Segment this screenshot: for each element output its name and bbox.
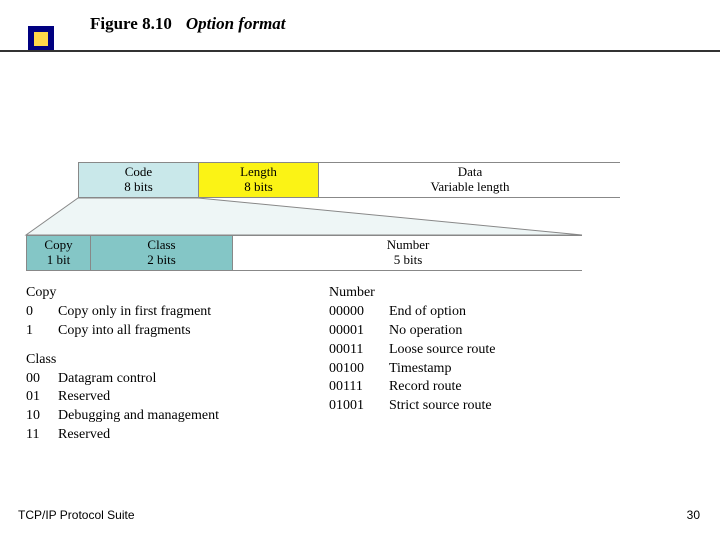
legend-class-title: Class xyxy=(26,351,219,370)
field-data-bits: Variable length xyxy=(430,180,509,195)
legend-key: 00001 xyxy=(329,322,379,341)
legend-val: Debugging and management xyxy=(58,407,219,426)
subfield-number: Number 5 bits xyxy=(233,236,583,270)
legend-copy-title: Copy xyxy=(26,284,219,303)
legend-key: 00000 xyxy=(329,303,379,322)
legend-val: Strict source route xyxy=(389,397,492,416)
expansion-lines xyxy=(26,198,634,236)
field-length-name: Length xyxy=(240,165,277,180)
field-length: Length 8 bits xyxy=(199,163,319,197)
legend-val: Record route xyxy=(389,378,462,397)
legend-val: Datagram control xyxy=(58,370,156,389)
legend-val: Reserved xyxy=(58,426,110,445)
legend-number-group: Number 00000 End of option 00001 No oper… xyxy=(329,284,496,416)
legend-key: 01001 xyxy=(329,397,379,416)
legend-row: 00011 Loose source route xyxy=(329,341,496,360)
legend-key: 0 xyxy=(26,303,48,322)
option-fields-row: Code 8 bits Length 8 bits Data Variable … xyxy=(78,162,620,198)
subfield-copy-name: Copy xyxy=(44,238,72,253)
subfield-copy: Copy 1 bit xyxy=(27,236,91,270)
legend-val: Reserved xyxy=(58,388,110,407)
legend-number-title: Number xyxy=(329,284,496,303)
legend-class-group: Class 00 Datagram control 01 Reserved 10… xyxy=(26,351,219,445)
legend-val: No operation xyxy=(389,322,462,341)
legend: Copy 0 Copy only in first fragment 1 Cop… xyxy=(26,284,495,455)
subfield-class-name: Class xyxy=(147,238,175,253)
legend-left-column: Copy 0 Copy only in first fragment 1 Cop… xyxy=(26,284,219,455)
legend-row: 0 Copy only in first fragment xyxy=(26,303,219,322)
field-code-bits: 8 bits xyxy=(124,180,153,195)
subfield-copy-bits: 1 bit xyxy=(47,253,70,268)
legend-key: 00 xyxy=(26,370,48,389)
slide-title-bar: Figure 8.10 Option format xyxy=(0,14,720,34)
legend-copy-group: Copy 0 Copy only in first fragment 1 Cop… xyxy=(26,284,219,341)
legend-key: 00011 xyxy=(329,341,379,360)
legend-key: 00111 xyxy=(329,378,379,397)
code-subfields-row: Copy 1 bit Class 2 bits Number 5 bits xyxy=(26,235,582,271)
legend-right-column: Number 00000 End of option 00001 No oper… xyxy=(329,284,496,455)
legend-row: 11 Reserved xyxy=(26,426,219,445)
legend-row: 00100 Timestamp xyxy=(329,360,496,379)
subfield-number-bits: 5 bits xyxy=(394,253,423,268)
legend-key: 01 xyxy=(26,388,48,407)
legend-val: Loose source route xyxy=(389,341,496,360)
legend-row: 00111 Record route xyxy=(329,378,496,397)
field-code: Code 8 bits xyxy=(79,163,199,197)
legend-key: 00100 xyxy=(329,360,379,379)
field-data: Data Variable length xyxy=(319,163,621,197)
field-length-bits: 8 bits xyxy=(244,180,273,195)
legend-row: 01 Reserved xyxy=(26,388,219,407)
figure-title: Option format xyxy=(186,14,286,34)
figure-ref: Figure 8.10 xyxy=(90,14,172,34)
legend-val: Copy into all fragments xyxy=(58,322,191,341)
legend-row: 00 Datagram control xyxy=(26,370,219,389)
legend-row: 10 Debugging and management xyxy=(26,407,219,426)
subfield-class: Class 2 bits xyxy=(91,236,233,270)
footer-page-number: 30 xyxy=(687,508,700,522)
legend-val: End of option xyxy=(389,303,466,322)
legend-row: 00000 End of option xyxy=(329,303,496,322)
legend-key: 11 xyxy=(26,426,48,445)
subfield-number-name: Number xyxy=(387,238,430,253)
legend-row: 00001 No operation xyxy=(329,322,496,341)
subfield-class-bits: 2 bits xyxy=(147,253,176,268)
legend-key: 1 xyxy=(26,322,48,341)
legend-key: 10 xyxy=(26,407,48,426)
field-code-name: Code xyxy=(125,165,152,180)
title-rule xyxy=(0,50,720,52)
field-data-name: Data xyxy=(458,165,483,180)
title-bullet xyxy=(28,26,54,52)
footer-source: TCP/IP Protocol Suite xyxy=(18,508,135,522)
legend-row: 01001 Strict source route xyxy=(329,397,496,416)
legend-row: 1 Copy into all fragments xyxy=(26,322,219,341)
legend-val: Copy only in first fragment xyxy=(58,303,211,322)
legend-val: Timestamp xyxy=(389,360,452,379)
